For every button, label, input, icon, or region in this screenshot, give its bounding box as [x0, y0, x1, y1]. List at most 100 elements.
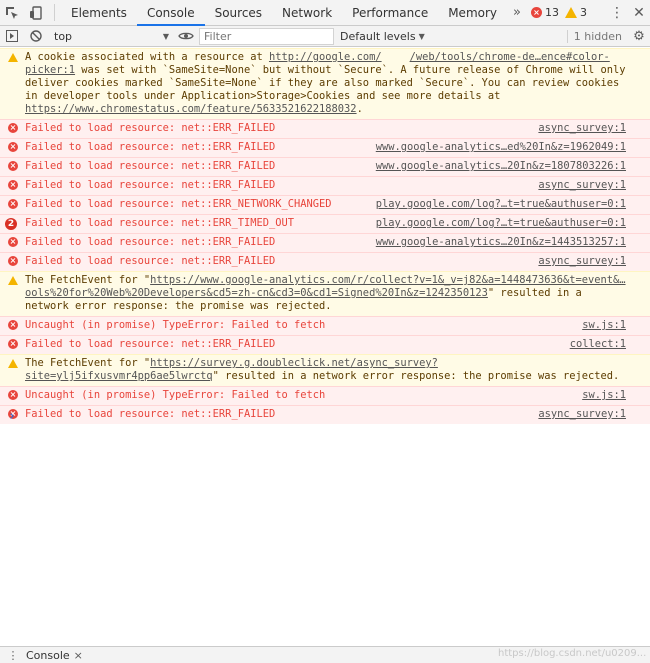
- console-message-error: × Failed to load resource: net::ERR_NETW…: [0, 195, 650, 214]
- message-text-part: A cookie associated with a resource at: [25, 51, 269, 63]
- message-source-link[interactable]: www.google-analytics…20In&z=1807803226:1: [371, 160, 626, 173]
- console-message-warning: A cookie associated with a resource at h…: [0, 48, 650, 119]
- error-icon: ×: [8, 180, 18, 190]
- warning-count: 3: [580, 6, 587, 19]
- message-source-link[interactable]: www.google-analytics…ed%20In&z=1962049:1: [371, 141, 626, 154]
- message-text: The FetchEvent for "https://www.google-a…: [25, 274, 626, 313]
- message-source-link[interactable]: async_survey:1: [534, 408, 626, 421]
- tab-label: Memory: [448, 5, 498, 20]
- watermark: https://blog.csdn.net/u0209...: [498, 648, 647, 659]
- error-icon: ×: [8, 390, 18, 400]
- console-messages: A cookie associated with a resource at h…: [0, 48, 650, 424]
- dropdown-arrow-icon: ▼: [418, 31, 425, 41]
- warning-icon: [8, 276, 18, 285]
- tab-label: Network: [282, 5, 333, 20]
- message-source-link[interactable]: sw.js:1: [578, 319, 626, 332]
- error-icon: ×: [8, 256, 18, 266]
- inspect-element-icon[interactable]: [0, 0, 24, 25]
- console-message-error: × Failed to load resource: net::ERR_FAIL…: [0, 335, 650, 354]
- repeat-count-badge: 2: [5, 218, 17, 230]
- warning-icon: [8, 359, 18, 368]
- message-text-part: .: [356, 103, 363, 115]
- more-tabs-button[interactable]: »: [507, 0, 527, 25]
- error-count: 13: [545, 6, 559, 19]
- more-options-icon[interactable]: ⋮: [606, 0, 628, 26]
- message-text-part: The FetchEvent for ": [25, 274, 151, 286]
- message-text: Uncaught (in promise) TypeError: Failed …: [25, 319, 326, 331]
- error-icon: ×: [8, 161, 18, 171]
- message-text-part: The FetchEvent for ": [25, 357, 151, 369]
- message-text-part: was set with `SameSite=None` but without…: [25, 64, 626, 102]
- message-text: The FetchEvent for "https://survey.g.dou…: [25, 357, 626, 383]
- message-source-link[interactable]: sw.js:1: [578, 389, 626, 402]
- console-message-error-repeated: 2 Failed to load resource: net::ERR_TIME…: [0, 214, 650, 233]
- console-message-error: × Uncaught (in promise) TypeError: Faile…: [0, 316, 650, 335]
- message-source-link[interactable]: async_survey:1: [534, 255, 626, 268]
- warning-icon: [8, 53, 18, 62]
- console-prompt[interactable]: ›: [8, 409, 16, 424]
- console-message-error: × Failed to load resource: net::ERR_FAIL…: [0, 252, 650, 271]
- clear-console-icon[interactable]: [24, 26, 48, 47]
- tab-label: Performance: [352, 5, 429, 20]
- message-text-part: " resulted in a network error response: …: [212, 370, 620, 382]
- tab-label: Elements: [71, 5, 127, 20]
- console-message-warning: The FetchEvent for "https://survey.g.dou…: [0, 354, 650, 386]
- message-source-link[interactable]: async_survey:1: [534, 179, 626, 192]
- message-source-link[interactable]: www.google-analytics…20In&z=1443513257:1: [371, 236, 626, 249]
- tab-network[interactable]: Network: [272, 0, 342, 25]
- console-message-error: × Failed to load resource: net::ERR_FAIL…: [0, 233, 650, 252]
- error-warning-counter[interactable]: × 13 3: [531, 6, 587, 19]
- console-message-error: × Uncaught (in promise) TypeError: Faile…: [0, 386, 650, 405]
- message-source-link[interactable]: play.google.com/log?…t=true&authuser=0:1: [371, 198, 626, 211]
- message-source-link[interactable]: async_survey:1: [534, 122, 626, 135]
- tab-bar-right: × 13 3 ⋮ ✕: [531, 0, 650, 25]
- console-message-error: × Failed to load resource: net::ERR_FAIL…: [0, 119, 650, 138]
- context-value: top: [54, 29, 73, 43]
- drawer-close-icon[interactable]: ×: [74, 649, 83, 662]
- close-icon[interactable]: ✕: [628, 0, 650, 26]
- message-source-link[interactable]: collect:1: [565, 338, 626, 351]
- tab-elements[interactable]: Elements: [61, 0, 137, 25]
- tab-console[interactable]: Console: [136, 0, 205, 26]
- drawer-menu-icon[interactable]: ⋮: [0, 649, 26, 662]
- message-link[interactable]: https://www.chromestatus.com/feature/563…: [25, 103, 357, 115]
- tab-memory[interactable]: Memory: [438, 0, 507, 25]
- error-icon: ×: [8, 320, 18, 330]
- message-text: A cookie associated with a resource at h…: [25, 51, 626, 116]
- error-icon: ×: [8, 237, 18, 247]
- levels-label: Default levels: [340, 29, 416, 43]
- console-message-error: × Failed to load resource: net::ERR_FAIL…: [0, 157, 650, 176]
- toolbar-divider: [54, 4, 55, 21]
- log-levels-dropdown[interactable]: Default levels ▼: [340, 30, 425, 43]
- error-icon: ×: [8, 339, 18, 349]
- tab-label: Sources: [214, 5, 263, 20]
- devtools-tab-bar: Elements Console Sources Network Perform…: [0, 0, 650, 26]
- tab-performance[interactable]: Performance: [342, 0, 438, 25]
- device-toolbar-icon[interactable]: [24, 0, 48, 25]
- warning-icon: [565, 7, 577, 18]
- console-message-error: × Failed to load resource: net::ERR_FAIL…: [0, 138, 650, 157]
- message-link[interactable]: http://google.com/: [269, 51, 382, 63]
- execution-context-select[interactable]: top ▼: [48, 28, 173, 45]
- error-icon: ×: [8, 199, 18, 209]
- error-icon: ×: [8, 123, 18, 133]
- filter-input[interactable]: [199, 27, 334, 45]
- live-expression-icon[interactable]: [173, 31, 199, 41]
- hidden-messages-count: 1 hidden: [566, 29, 628, 43]
- message-text: Uncaught (in promise) TypeError: Failed …: [25, 389, 326, 401]
- message-text: Failed to load resource: net::ERR_FAILED: [25, 338, 276, 350]
- message-source-link[interactable]: play.google.com/log?…t=true&authuser=0:1: [371, 217, 626, 230]
- console-message-warning: The FetchEvent for "https://www.google-a…: [0, 271, 650, 316]
- tab-label: Console: [146, 5, 195, 20]
- gear-icon[interactable]: ⚙: [628, 29, 650, 44]
- drawer-tab-console[interactable]: Console: [26, 649, 70, 662]
- console-message-error: × Failed to load resource: net::ERR_FAIL…: [0, 176, 650, 195]
- error-icon: ×: [531, 7, 542, 18]
- sidebar-toggle-icon[interactable]: [0, 26, 24, 47]
- error-icon: ×: [8, 142, 18, 152]
- chevron-double-right-icon: »: [513, 5, 521, 20]
- console-message-error: × Failed to load resource: net::ERR_FAIL…: [0, 405, 650, 424]
- console-toolbar: top ▼ Default levels ▼ 1 hidden ⚙: [0, 26, 650, 47]
- tab-sources[interactable]: Sources: [205, 0, 272, 25]
- dropdown-arrow-icon: ▼: [162, 31, 169, 41]
